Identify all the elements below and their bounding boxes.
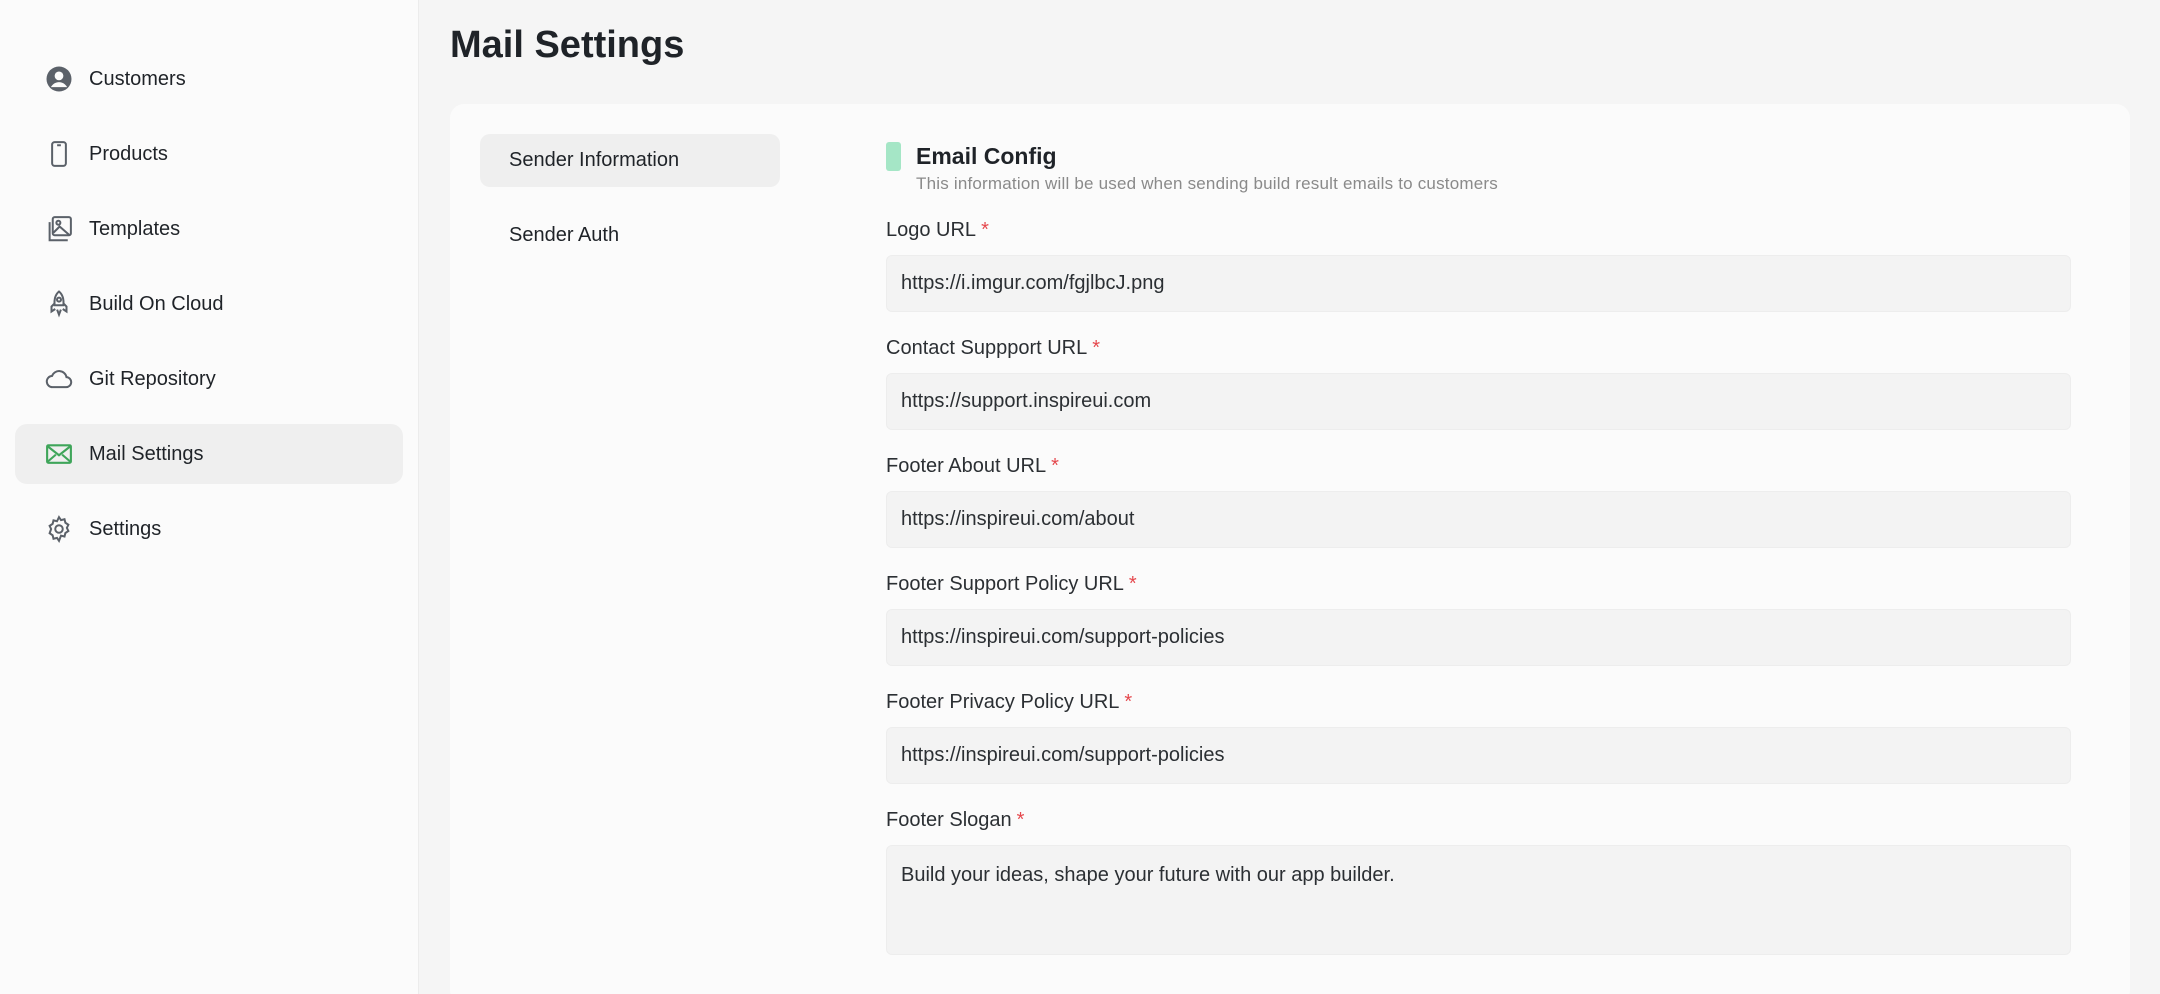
page-title: Mail Settings: [450, 24, 685, 66]
tab-sender-information[interactable]: Sender Information: [480, 134, 780, 187]
field-label: Footer Slogan: [886, 809, 1012, 831]
sidebar: Customers Products Templates Build On Cl…: [0, 0, 419, 994]
section-title: Email Config: [916, 143, 1057, 169]
required-indicator: *: [1051, 455, 1059, 477]
sidebar-item-settings[interactable]: Settings: [15, 499, 403, 559]
sidebar-item-mail-settings[interactable]: Mail Settings: [15, 424, 403, 484]
settings-subnav: Sender Information Sender Auth: [480, 134, 780, 994]
section-accent-bar: [886, 142, 901, 171]
rocket-icon: [43, 288, 75, 320]
field-footer-about-url: Footer About URL *: [886, 453, 2071, 548]
sidebar-item-label: Customers: [89, 67, 186, 90]
footer-support-policy-url-input[interactable]: [886, 609, 2071, 666]
required-indicator: *: [1124, 691, 1133, 713]
sidebar-item-label: Settings: [89, 517, 162, 540]
field-label: Contact Suppport URL: [886, 337, 1088, 359]
field-label: Footer Support Policy URL: [886, 573, 1124, 595]
mail-icon: [43, 438, 75, 470]
footer-privacy-policy-url-input[interactable]: [886, 727, 2071, 784]
sidebar-item-products[interactable]: Products: [15, 124, 403, 184]
field-contact-support-url: Contact Suppport URL *: [886, 335, 2071, 430]
email-config-form: Email Config This information will be us…: [886, 134, 2071, 994]
images-icon: [43, 213, 75, 245]
sidebar-item-label: Products: [89, 142, 168, 165]
sidebar-item-build-on-cloud[interactable]: Build On Cloud: [15, 274, 403, 334]
required-indicator: *: [981, 219, 989, 241]
field-label: Logo URL: [886, 219, 977, 241]
required-indicator: *: [1092, 337, 1101, 359]
settings-card: Sender Information Sender Auth Email Con…: [450, 104, 2130, 994]
user-circle-icon: [43, 63, 75, 95]
gear-icon: [43, 513, 75, 545]
sidebar-item-label: Build On Cloud: [89, 292, 224, 315]
sidebar-item-customers[interactable]: Customers: [15, 49, 403, 109]
field-footer-slogan: Footer Slogan * Build your ideas, shape …: [886, 807, 2071, 960]
phone-icon: [43, 138, 75, 170]
tab-sender-auth[interactable]: Sender Auth: [480, 209, 780, 262]
sidebar-item-git-repository[interactable]: Git Repository: [15, 349, 403, 409]
section-header: Email Config This information will be us…: [886, 141, 2071, 194]
sidebar-item-label: Mail Settings: [89, 442, 204, 465]
field-footer-privacy-policy-url: Footer Privacy Policy URL *: [886, 689, 2071, 784]
contact-support-url-input[interactable]: [886, 373, 2071, 430]
section-description: This information will be used when sendi…: [916, 174, 1498, 193]
sidebar-item-label: Templates: [89, 217, 181, 240]
sidebar-item-templates[interactable]: Templates: [15, 199, 403, 259]
field-footer-support-policy-url: Footer Support Policy URL *: [886, 571, 2071, 666]
sidebar-item-label: Git Repository: [89, 367, 216, 390]
logo-url-input[interactable]: [886, 255, 2071, 312]
field-label: Footer Privacy Policy URL: [886, 691, 1120, 713]
required-indicator: *: [1016, 809, 1025, 831]
field-logo-url: Logo URL *: [886, 217, 2071, 312]
cloud-icon: [43, 363, 75, 395]
field-label: Footer About URL: [886, 455, 1047, 477]
main-content: Mail Settings Sender Information Sender …: [419, 0, 2160, 994]
app-root: Customers Products Templates Build On Cl…: [0, 0, 2160, 994]
footer-about-url-input[interactable]: [886, 491, 2071, 548]
footer-slogan-textarea[interactable]: Build your ideas, shape your future with…: [886, 845, 2071, 955]
required-indicator: *: [1128, 573, 1137, 595]
